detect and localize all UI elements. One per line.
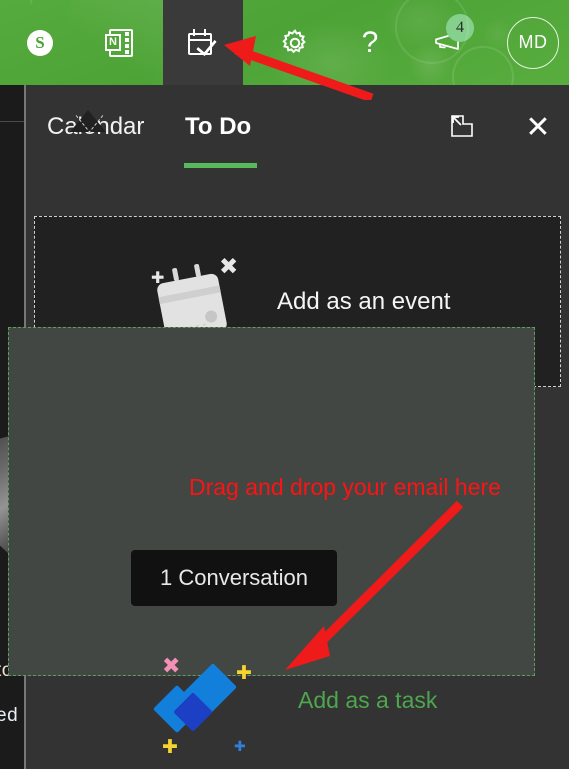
onenote-icon-letter: N [109,36,117,48]
sparkle-icon: ✖ [219,253,239,280]
account-avatar-button[interactable]: MD [497,0,569,85]
sparkle-icon: ✚ [236,662,252,684]
sparkle-icon: ✚ [162,736,178,758]
drag-and-drop-hint: Drag and drop your email here [189,474,501,500]
tab-active-indicator [184,163,257,168]
conversation-chip-label: 1 Conversation [160,565,308,590]
question-mark-icon: ? [361,25,379,59]
help-button[interactable]: ? [330,0,410,85]
sparkle-icon: ✚ [151,267,165,287]
add-as-task-label: Add as a task [298,687,438,713]
skype-icon: S [27,29,53,56]
conversation-drag-chip[interactable]: 1 Conversation [131,550,337,606]
background-divider [0,121,24,122]
todo-button[interactable] [163,0,243,85]
sparkle-icon: ✖ [162,654,181,679]
add-as-task-dropzone[interactable] [8,327,535,676]
onenote-button[interactable]: N [80,0,160,85]
background-text-fragment-2: ed [0,705,19,726]
tab-todo[interactable]: To Do [185,113,251,141]
close-button[interactable]: ✕ [523,113,553,143]
whats-new-button[interactable]: 4 [410,0,490,85]
top-app-bar: S N ? 4 MD [0,0,569,85]
sparkle-icon: ✚ [234,739,246,755]
close-icon: ✕ [525,111,551,144]
gear-icon [280,28,310,58]
avatar-initials: MD [518,32,548,52]
onenote-icon: N [105,28,135,57]
popout-button[interactable] [447,113,477,143]
popout-icon [449,113,475,144]
todo-calendar-check-icon [188,28,218,57]
settings-button[interactable] [255,0,335,85]
avatar: MD [507,16,559,69]
skype-button[interactable]: S [0,0,80,85]
screen: to ed S N [0,0,569,769]
skype-icon-letter: S [35,32,45,52]
add-as-event-label: Add as an event [277,287,451,315]
todo-logo-icon: ✖ ✚ ✚ ✚ [152,642,268,758]
megaphone-icon: 4 [432,13,474,58]
notification-badge: 4 [446,13,474,42]
